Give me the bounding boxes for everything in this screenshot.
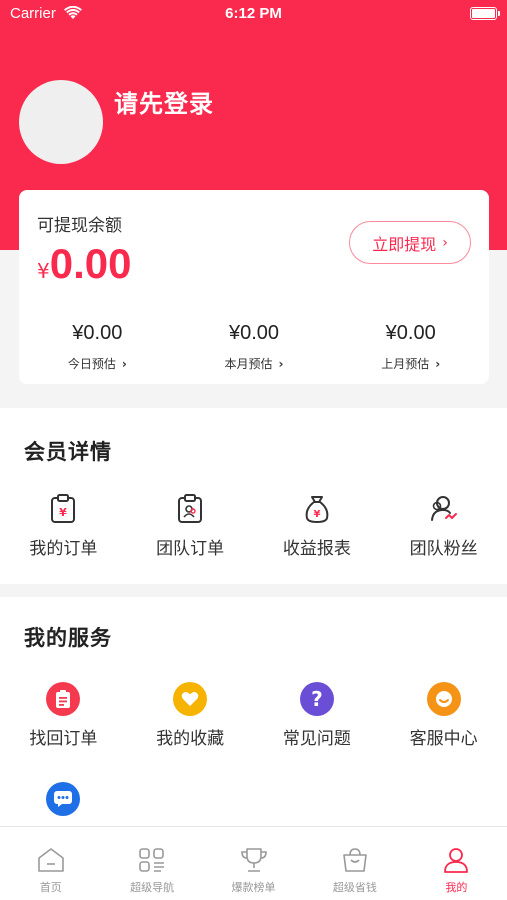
tab-hot-list[interactable]: 爆款榜单 xyxy=(203,827,304,900)
svg-text:¥: ¥ xyxy=(60,506,68,519)
tab-label: 首页 xyxy=(39,881,62,894)
item-label: 客服中心 xyxy=(409,729,478,749)
clock: 6:12 PM xyxy=(225,5,282,22)
withdraw-button-label: 立即提现 xyxy=(372,234,437,254)
grid-icon xyxy=(139,848,165,872)
services-grid-row: 找回订单 我的收藏 ? 常见问题 客服中心 xyxy=(0,682,507,749)
chat-icon xyxy=(46,782,81,816)
favorites-item[interactable]: 我的收藏 xyxy=(127,682,254,749)
chat-item[interactable] xyxy=(0,782,127,816)
fans-icon xyxy=(430,496,457,521)
item-label: 常见问题 xyxy=(282,729,351,749)
balance-label: 可提现余额 xyxy=(37,216,122,236)
tab-super-save[interactable]: 超级省钱 xyxy=(304,827,405,900)
smile-icon xyxy=(426,682,461,716)
bag-icon xyxy=(343,848,367,872)
item-label: 我的收藏 xyxy=(156,729,225,749)
earnings-stats: ¥0.00 今日预估 › ¥0.00 本月预估 › ¥0.00 上月预估 › xyxy=(19,322,489,382)
user-icon xyxy=(444,848,469,873)
status-bar: Carrier 6:12 PM xyxy=(0,0,507,28)
stat-value: ¥0.00 xyxy=(228,322,280,344)
faq-item[interactable]: ? 常见问题 xyxy=(254,682,381,749)
item-label: 我的订单 xyxy=(29,539,98,559)
trophy-icon xyxy=(240,848,267,872)
chevron-right-icon: › xyxy=(121,356,127,371)
customer-service-item[interactable]: 客服中心 xyxy=(380,682,507,749)
team-orders-item[interactable]: 团队订单 xyxy=(127,494,254,559)
team-clipboard-icon xyxy=(178,494,203,523)
section-title: 会员详情 xyxy=(24,440,112,464)
tab-mine[interactable]: 我的 xyxy=(406,827,507,900)
my-services-section: 我的服务 找回订单 我的收藏 ? 常见问题 客服中心 xyxy=(0,597,507,837)
member-details-section: 会员详情 ¥ 我的订单 团队订单 ¥ 收益报表 团队粉丝 xyxy=(0,408,507,584)
balance-amount: ¥0.00 xyxy=(37,240,131,288)
money-bag-icon: ¥ xyxy=(305,496,329,523)
question-icon: ? xyxy=(299,682,334,716)
stat-today[interactable]: ¥0.00 今日预估 › xyxy=(19,322,176,382)
tab-label: 爆款榜单 xyxy=(231,881,276,894)
avatar[interactable] xyxy=(19,80,103,164)
withdraw-button[interactable]: 立即提现 › xyxy=(349,221,471,264)
recover-order-icon xyxy=(46,682,81,716)
tab-super-nav[interactable]: 超级导航 xyxy=(101,827,202,900)
battery-icon xyxy=(470,7,500,20)
tab-label: 超级省钱 xyxy=(332,881,377,894)
svg-text:¥: ¥ xyxy=(313,509,320,520)
stat-last-month[interactable]: ¥0.00 上月预估 › xyxy=(332,322,489,382)
stat-this-month[interactable]: ¥0.00 本月预估 › xyxy=(176,322,333,382)
tab-label: 超级导航 xyxy=(130,881,175,894)
recover-order-item[interactable]: 找回订单 xyxy=(0,682,127,749)
chevron-right-icon: › xyxy=(442,234,448,251)
team-fans-item[interactable]: 团队粉丝 xyxy=(380,494,507,559)
home-icon xyxy=(37,848,64,872)
login-prompt[interactable]: 请先登录 xyxy=(114,84,214,119)
stat-value: ¥0.00 xyxy=(385,322,436,344)
item-label: 团队粉丝 xyxy=(409,539,478,559)
currency-symbol: ¥ xyxy=(37,259,50,283)
stat-value: ¥0.00 xyxy=(72,322,123,344)
item-label: 找回订单 xyxy=(29,729,98,749)
chevron-right-icon: › xyxy=(278,356,284,371)
member-grid: ¥ 我的订单 团队订单 ¥ 收益报表 团队粉丝 xyxy=(0,494,507,559)
tab-label: 我的 xyxy=(445,881,468,894)
balance-value: 0.00 xyxy=(49,240,132,287)
stat-label: 上月预估 xyxy=(381,357,430,371)
services-grid-row xyxy=(0,782,507,816)
order-clipboard-icon: ¥ xyxy=(51,494,76,523)
balance-card: 可提现余额 ¥0.00 立即提现 › ¥0.00 今日预估 › ¥0.00 本月预… xyxy=(19,190,489,384)
section-title: 我的服务 xyxy=(24,626,112,650)
earnings-report-item[interactable]: ¥ 收益报表 xyxy=(254,494,381,559)
my-orders-item[interactable]: ¥ 我的订单 xyxy=(0,494,127,559)
chevron-right-icon: › xyxy=(435,356,441,371)
item-label: 团队订单 xyxy=(156,539,225,559)
heart-icon xyxy=(173,682,208,716)
stat-label: 今日预估 xyxy=(67,357,116,371)
item-label: 收益报表 xyxy=(282,539,351,559)
stat-label: 本月预估 xyxy=(224,357,273,371)
tab-bar: 首页 超级导航 爆款榜单 超级省钱 我的 xyxy=(0,826,507,900)
tab-home[interactable]: 首页 xyxy=(0,827,101,900)
